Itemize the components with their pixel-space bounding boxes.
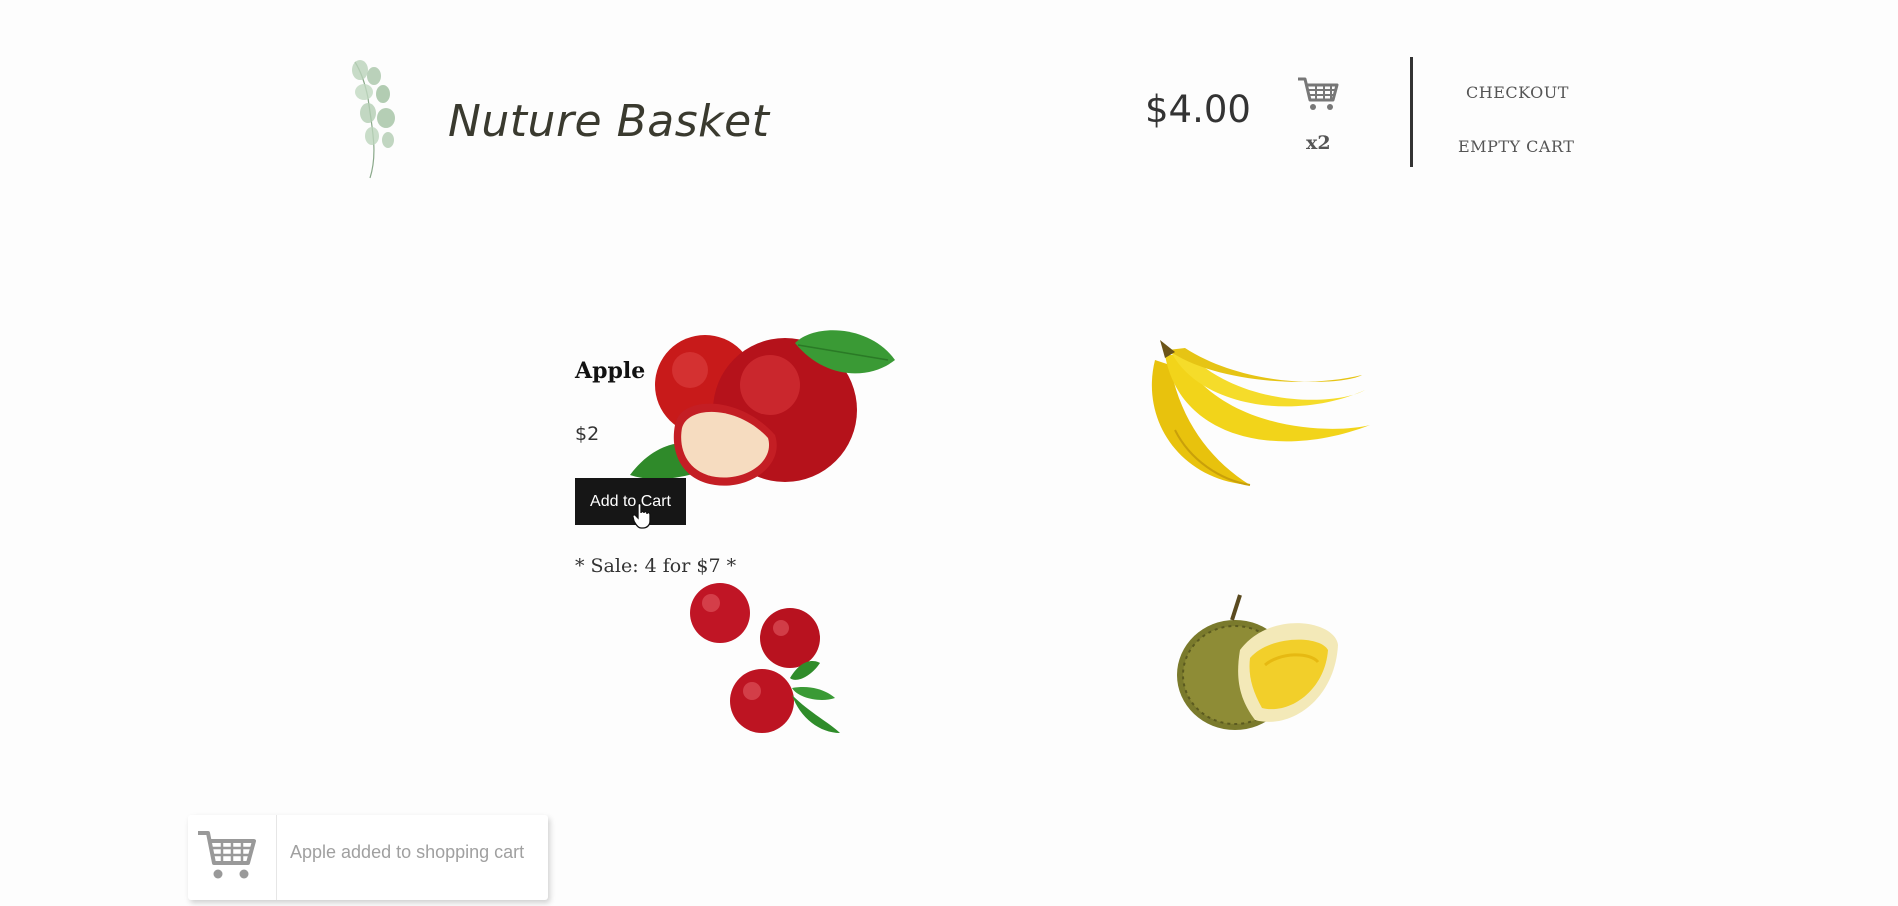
apple-image: [630, 330, 895, 486]
toast-message: Apple added to shopping cart: [290, 842, 525, 862]
product-name: Apple: [575, 358, 646, 384]
toast-divider: [276, 815, 277, 900]
add-to-cart-button[interactable]: Add to Cart: [575, 478, 686, 525]
cart-item-count: x2: [1306, 132, 1331, 154]
brand-title: Nuture Basket: [448, 96, 770, 147]
cranberry-image: [690, 583, 840, 733]
durian-image: [1177, 594, 1338, 730]
eucalyptus-logo-icon: [352, 60, 395, 179]
cart-total: $4.00: [1145, 88, 1251, 131]
product-price: $2: [575, 423, 600, 445]
checkout-link[interactable]: CHECKOUT: [1466, 83, 1569, 102]
header-divider: [1410, 57, 1413, 167]
banana-image: [1151, 340, 1370, 486]
shopping-cart-icon: [198, 831, 256, 879]
shopping-cart-icon[interactable]: [1297, 76, 1339, 112]
empty-cart-link[interactable]: EMPTY CART: [1458, 137, 1574, 156]
page: Nuture Basket $4.00 x2 CHECKOUT EMPTY CA…: [0, 0, 1898, 906]
sale-note: * Sale: 4 for $7 *: [575, 555, 737, 577]
cart-notification-toast: Apple added to shopping cart: [188, 815, 548, 900]
